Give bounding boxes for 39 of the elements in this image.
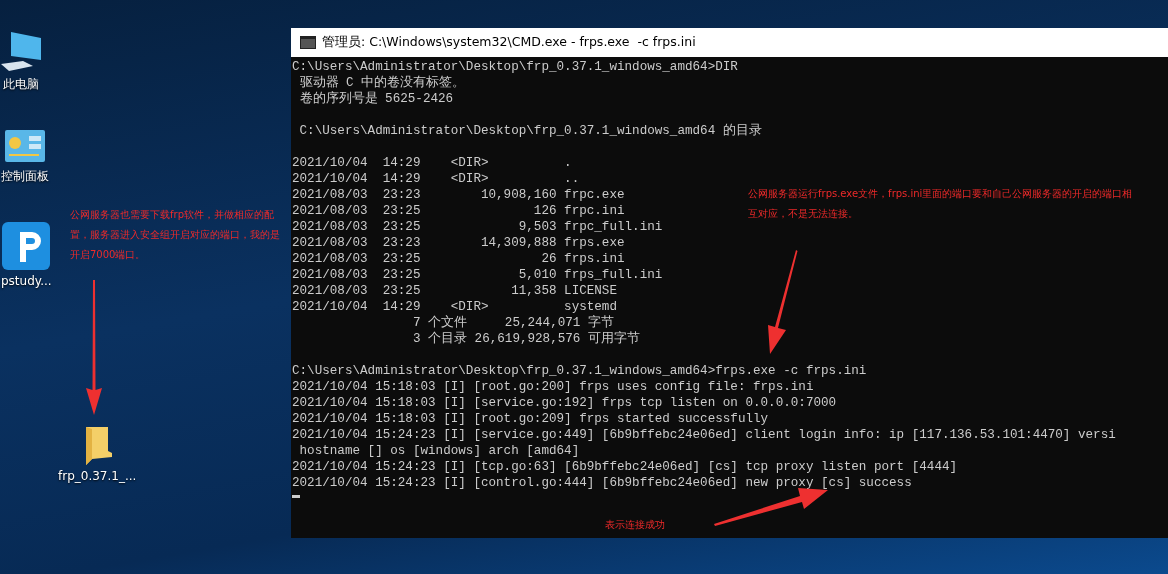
icon-label[interactable]: frp_0.37.1_... bbox=[58, 469, 137, 483]
annotation-text: 表示连接成功 bbox=[605, 518, 666, 532]
console-line: 2021/08/03 23:25 26 frps.ini bbox=[292, 251, 625, 267]
console-line: 2021/10/04 15:18:03 [I] [service.go:192] frps tcp listen on 0.0.0.0:7000 bbox=[292, 395, 837, 411]
console-line: 2021/10/04 15:24:23 [I] [service.go:449] [6b9bffebc24e06ed] client login info: ip [117.136.53.101:4470] versi bbox=[292, 427, 1116, 443]
console-line: 2021/10/04 15:24:23 [I] [tcp.go:63] [6b9bffebc24e06ed] [cs] tcp proxy listen port [4444] bbox=[292, 459, 958, 475]
console-line: 3 个目录 26,619,928,576 可用字节 bbox=[411, 331, 640, 347]
console-line: 2021/10/04 15:24:23 [I] [control.go:444] [6b9bffebc24e06ed] new proxy [cs] success bbox=[292, 475, 912, 491]
console-line: 2021/08/03 23:23 14,309,888 frps.exe bbox=[292, 235, 625, 251]
console-line: 卷的序列号是 5625-2426 bbox=[298, 91, 454, 107]
arrow-icon bbox=[86, 280, 102, 415]
console-line: 2021/10/04 15:18:03 [I] [root.go:209] frps started successfully bbox=[292, 411, 769, 427]
console-line: 2021/10/04 15:18:03 [I] [root.go:200] frps uses config file: frps.ini bbox=[292, 379, 814, 395]
console-line: 驱动器 C 中的卷没有标签。 bbox=[298, 75, 466, 91]
arrow-icon bbox=[714, 488, 828, 526]
console-line: 2021/08/03 23:23 10,908,160 frpc.exe bbox=[292, 187, 625, 203]
console-line: C:\Users\Administrator\Desktop\frp_0.37.1_windows_amd64>frps.exe -c frps.ini bbox=[292, 363, 867, 379]
console-line: C:\Users\Administrator\Desktop\frp_0.37.1_windows_amd64>DIR bbox=[292, 59, 738, 75]
annotation-text: 公网服务器运行frps.exe文件，frps.ini里面的端口要和自己公网服务器的开启的端口相互对应，不是无法连接。 bbox=[748, 187, 1134, 221]
icon-label[interactable]: pstudy... bbox=[1, 274, 52, 288]
console-line: 2021/10/04 14:29 <DIR> .. bbox=[292, 171, 580, 187]
annotation-text: 公网服务器也需要下载frp软件，并做相应的配置，服务器进入安全组开启对应的端口，我的是开启7000端口。 bbox=[70, 208, 281, 262]
console-line: 2021/10/04 14:29 <DIR> systemd bbox=[292, 299, 617, 315]
console-line: 2021/08/03 23:25 11,358 LICENSE bbox=[292, 283, 617, 299]
console-line: C:\Users\Administrator\Desktop\frp_0.37.1_windows_amd64 的目录 bbox=[298, 123, 762, 139]
computer-icon bbox=[1, 30, 41, 72]
console-line: 2021/10/04 14:29 <DIR> . bbox=[292, 155, 572, 171]
control-panel-icon bbox=[5, 130, 45, 164]
icon-label[interactable]: 此电脑 bbox=[3, 76, 39, 93]
text-cursor bbox=[292, 495, 300, 498]
console-line: 2021/08/03 23:25 9,503 frpc_full.ini bbox=[292, 219, 663, 235]
console-icon bbox=[300, 36, 316, 49]
icon-label[interactable]: 控制面板 bbox=[1, 168, 49, 185]
window-title: 管理员: C:\Windows\system32\CMD.exe - frps.exe -c frps.ini bbox=[322, 34, 696, 51]
console-line: hostname [] os [windows] arch [amd64] bbox=[298, 443, 580, 459]
console-line: 7 个文件 25,244,071 字节 bbox=[411, 315, 614, 331]
app-icon bbox=[2, 222, 51, 270]
console-line: 2021/08/03 23:25 126 frpc.ini bbox=[292, 203, 625, 219]
console-line: 2021/08/03 23:25 5,010 frps_full.ini bbox=[292, 267, 663, 283]
